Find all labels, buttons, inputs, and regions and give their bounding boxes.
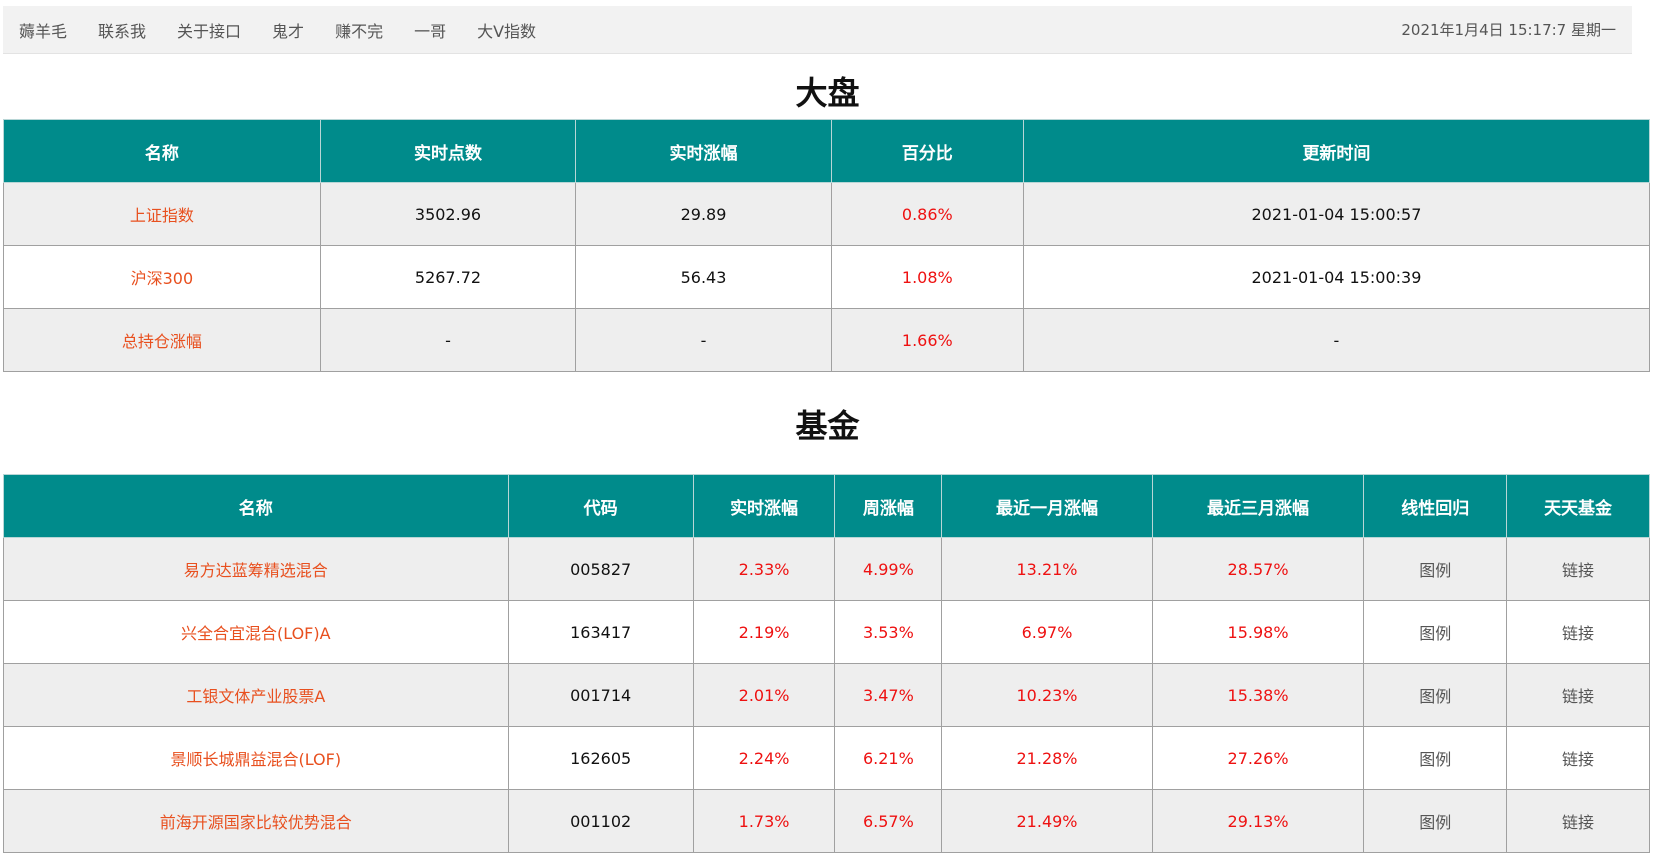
col-header-change: 实时涨幅	[575, 119, 832, 183]
fund-month-change: 21.28%	[941, 726, 1153, 790]
tiantian-link[interactable]: 链接	[1506, 663, 1650, 727]
table-row: 总持仓涨幅 - - 1.66% -	[3, 308, 1651, 372]
nav-item-dav-index[interactable]: 大V指数	[477, 18, 536, 42]
fund-name: 兴全合宜混合(LOF)A	[3, 600, 509, 664]
fund-code: 001102	[507, 789, 694, 853]
table-row: 沪深300 5267.72 56.43 1.08% 2021-01-04 15:…	[3, 245, 1651, 309]
col-header-week-change: 周涨幅	[834, 474, 943, 538]
fund-name: 前海开源国家比较优势混合	[3, 789, 509, 853]
section-title-market: 大盘	[795, 74, 860, 112]
nav-links: 薅羊毛 联系我 关于接口 鬼才 赚不完 一哥 大V指数	[19, 18, 567, 42]
index-update-time: -	[1022, 308, 1651, 372]
fund-name: 工银文体产业股票A	[3, 663, 509, 727]
col-header-3month-change: 最近三月涨幅	[1151, 474, 1365, 538]
fund-realtime-change: 1.73%	[692, 789, 836, 853]
top-nav-bar: 薅羊毛 联系我 关于接口 鬼才 赚不完 一哥 大V指数 2021年1月4日 15…	[3, 6, 1632, 54]
nav-item-haoyangmao[interactable]: 薅羊毛	[19, 18, 67, 42]
nav-item-contact[interactable]: 联系我	[98, 18, 146, 42]
section-title-funds: 基金	[795, 407, 860, 445]
fund-week-change: 6.57%	[834, 789, 943, 853]
table-row: 兴全合宜混合(LOF)A 163417 2.19% 3.53% 6.97% 15…	[3, 600, 1650, 664]
chart-link[interactable]: 图例	[1363, 537, 1508, 601]
fund-realtime-change: 2.33%	[692, 537, 836, 601]
col-header-points: 实时点数	[319, 119, 577, 183]
chart-link[interactable]: 图例	[1363, 600, 1508, 664]
fund-name: 易方达蓝筹精选混合	[3, 537, 509, 601]
tiantian-link[interactable]: 链接	[1506, 600, 1650, 664]
fund-table-header: 名称 代码 实时涨幅 周涨幅 最近一月涨幅 最近三月涨幅 线性回归 天天基金	[3, 474, 1650, 538]
nav-item-about-api[interactable]: 关于接口	[177, 18, 241, 42]
tiantian-link[interactable]: 链接	[1506, 789, 1650, 853]
col-header-linear-regression: 线性回归	[1363, 474, 1508, 538]
fund-week-change: 6.21%	[834, 726, 943, 790]
fund-code: 163417	[507, 600, 694, 664]
table-row: 景顺长城鼎益混合(LOF) 162605 2.24% 6.21% 21.28% …	[3, 726, 1650, 790]
tiantian-link[interactable]: 链接	[1506, 726, 1650, 790]
fund-3month-change: 28.57%	[1151, 537, 1365, 601]
fund-month-change: 21.49%	[941, 789, 1153, 853]
fund-realtime-change: 2.24%	[692, 726, 836, 790]
fund-code: 001714	[507, 663, 694, 727]
index-points: 3502.96	[319, 182, 577, 246]
index-name: 沪深300	[3, 245, 321, 309]
fund-3month-change: 27.26%	[1151, 726, 1365, 790]
index-percent: 0.86%	[830, 182, 1024, 246]
fund-3month-change: 29.13%	[1151, 789, 1365, 853]
nav-item-yige[interactable]: 一哥	[414, 18, 446, 42]
table-row: 易方达蓝筹精选混合 005827 2.33% 4.99% 13.21% 28.5…	[3, 537, 1650, 601]
chart-link[interactable]: 图例	[1363, 663, 1508, 727]
col-header-realtime-change: 实时涨幅	[692, 474, 836, 538]
fund-month-change: 6.97%	[941, 600, 1153, 664]
market-table: 名称 实时点数 实时涨幅 百分比 更新时间 上证指数 3502.96 29.89…	[3, 119, 1651, 372]
fund-3month-change: 15.38%	[1151, 663, 1365, 727]
col-header-name: 名称	[3, 474, 509, 538]
nav-item-guicai[interactable]: 鬼才	[272, 18, 304, 42]
fund-code: 162605	[507, 726, 694, 790]
index-percent: 1.66%	[830, 308, 1024, 372]
table-row: 上证指数 3502.96 29.89 0.86% 2021-01-04 15:0…	[3, 182, 1651, 246]
table-row: 工银文体产业股票A 001714 2.01% 3.47% 10.23% 15.3…	[3, 663, 1650, 727]
fund-3month-change: 15.98%	[1151, 600, 1365, 664]
fund-month-change: 10.23%	[941, 663, 1153, 727]
index-points: 5267.72	[319, 245, 577, 309]
fund-realtime-change: 2.19%	[692, 600, 836, 664]
index-percent: 1.08%	[830, 245, 1024, 309]
index-name: 总持仓涨幅	[3, 308, 321, 372]
fund-month-change: 13.21%	[941, 537, 1153, 601]
fund-week-change: 3.53%	[834, 600, 943, 664]
fund-week-change: 3.47%	[834, 663, 943, 727]
fund-table: 名称 代码 实时涨幅 周涨幅 最近一月涨幅 最近三月涨幅 线性回归 天天基金 易…	[3, 474, 1650, 853]
chart-link[interactable]: 图例	[1363, 726, 1508, 790]
col-header-name: 名称	[3, 119, 321, 183]
fund-name: 景顺长城鼎益混合(LOF)	[3, 726, 509, 790]
nav-item-zhuanbuwan[interactable]: 赚不完	[335, 18, 383, 42]
fund-code: 005827	[507, 537, 694, 601]
index-change: 29.89	[575, 182, 832, 246]
fund-realtime-change: 2.01%	[692, 663, 836, 727]
current-datetime: 2021年1月4日 15:17:7 星期一	[1401, 21, 1616, 39]
chart-link[interactable]: 图例	[1363, 789, 1508, 853]
tiantian-link[interactable]: 链接	[1506, 537, 1650, 601]
index-name: 上证指数	[3, 182, 321, 246]
col-header-percent: 百分比	[830, 119, 1024, 183]
table-row: 前海开源国家比较优势混合 001102 1.73% 6.57% 21.49% 2…	[3, 789, 1650, 853]
index-update-time: 2021-01-04 15:00:57	[1022, 182, 1651, 246]
fund-week-change: 4.99%	[834, 537, 943, 601]
col-header-code: 代码	[507, 474, 694, 538]
index-change: -	[575, 308, 832, 372]
col-header-month-change: 最近一月涨幅	[941, 474, 1153, 538]
col-header-update-time: 更新时间	[1022, 119, 1651, 183]
index-points: -	[319, 308, 577, 372]
market-table-header: 名称 实时点数 实时涨幅 百分比 更新时间	[3, 119, 1651, 183]
index-update-time: 2021-01-04 15:00:39	[1022, 245, 1651, 309]
col-header-tiantian-fund: 天天基金	[1506, 474, 1650, 538]
index-change: 56.43	[575, 245, 832, 309]
